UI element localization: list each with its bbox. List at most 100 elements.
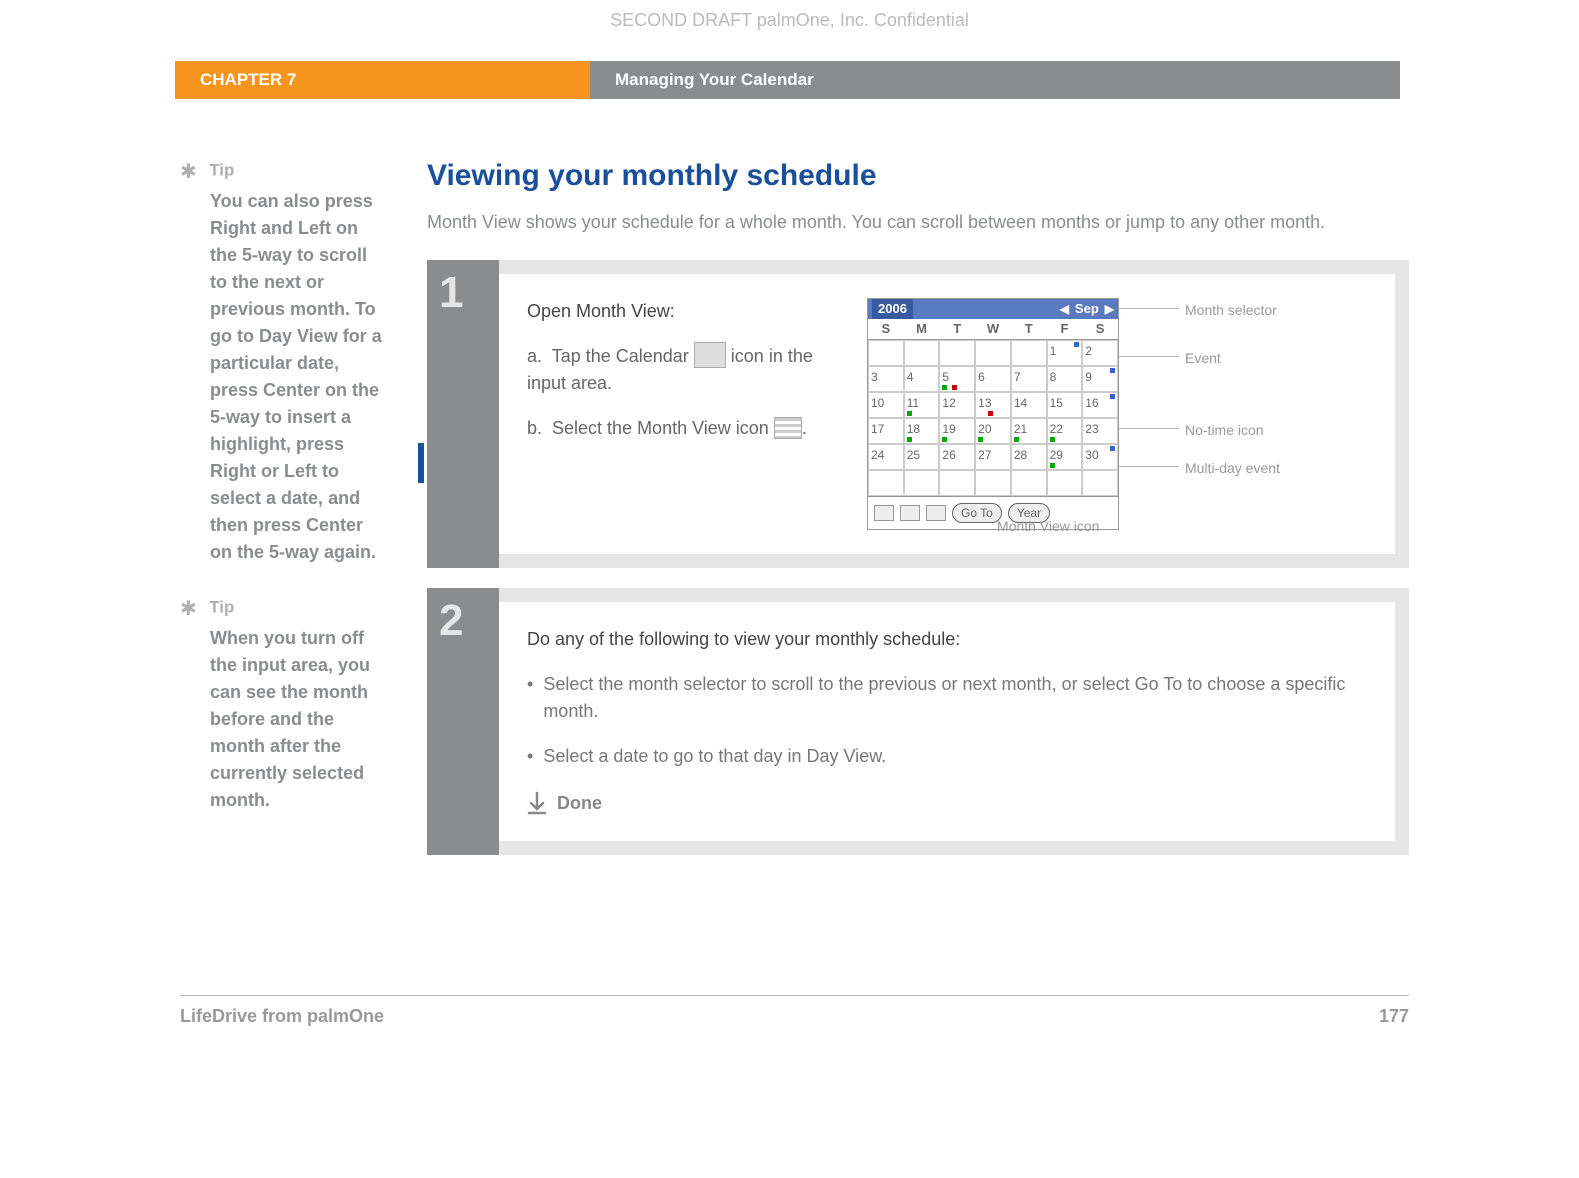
- calendar-cell: 8: [1047, 366, 1083, 392]
- tip-1: ✱ Tip You can also press Right and Left …: [180, 159, 387, 566]
- calendar-cell: 13: [975, 392, 1011, 418]
- section-intro: Month View shows your schedule for a who…: [427, 209, 1409, 236]
- calendar-cell: [904, 340, 940, 366]
- step-1a: a. Tap the Calendar icon in the input ar…: [527, 343, 837, 397]
- prev-month-icon: ◀: [1060, 300, 1069, 318]
- calendar-cell: 27: [975, 444, 1011, 470]
- dow-cell: F: [1047, 319, 1083, 339]
- calendar-cell: [939, 340, 975, 366]
- tip-body: You can also press Right and Left on the…: [210, 188, 387, 566]
- dow-cell: T: [939, 319, 975, 339]
- dow-cell: M: [904, 319, 940, 339]
- calendar-cell: 24: [868, 444, 904, 470]
- calendar-cell: 26: [939, 444, 975, 470]
- step-number: 2: [427, 588, 499, 855]
- calendar-cell: 22: [1047, 418, 1083, 444]
- footer-product: LifeDrive from palmOne: [180, 1006, 384, 1027]
- bullet-text: Select the month selector to scroll to t…: [543, 671, 1367, 725]
- day-of-week-row: S M T W T F S: [868, 319, 1118, 340]
- calendar-cell: 1: [1047, 340, 1083, 366]
- callout-month-selector: Month selector: [1185, 300, 1277, 321]
- calendar-cell: 29: [1047, 444, 1083, 470]
- callout-month-view-icon: Month View icon: [997, 516, 1099, 537]
- done-arrow-icon: [527, 791, 547, 815]
- calendar-cell: [904, 470, 940, 496]
- calendar-cell: 12: [939, 392, 975, 418]
- done-label: Done: [557, 790, 602, 817]
- tip-star-icon: ✱: [180, 596, 197, 621]
- month-view-icon: [774, 417, 802, 439]
- tip-2: ✱ Tip When you turn off the input area, …: [180, 596, 387, 814]
- substep-text: .: [802, 418, 807, 438]
- calendar-cell: 28: [1011, 444, 1047, 470]
- step-2: 2 Do any of the following to view your m…: [427, 588, 1409, 855]
- watermark: SECOND DRAFT palmOne, Inc. Confidential: [0, 0, 1579, 61]
- section-title: Viewing your monthly schedule: [427, 159, 1409, 193]
- dow-cell: S: [868, 319, 904, 339]
- calendar-cell: [1082, 470, 1118, 496]
- step-2-heading: Do any of the following to view your mon…: [527, 626, 1367, 653]
- goto-button: Go To: [952, 503, 1002, 523]
- calendar-cell: 17: [868, 418, 904, 444]
- calendar-cell: [975, 470, 1011, 496]
- chapter-label: CHAPTER 7: [175, 61, 590, 99]
- calendar-cell: 14: [1011, 392, 1047, 418]
- view-icon: [900, 505, 920, 521]
- calendar-cell: [1047, 470, 1083, 496]
- calendar-cell: [868, 340, 904, 366]
- calendar-cell: [975, 340, 1011, 366]
- bullet-icon: •: [527, 743, 533, 770]
- calendar-cell: 2: [1082, 340, 1118, 366]
- calendar-cell: [939, 470, 975, 496]
- step-number: 1: [427, 260, 499, 568]
- calendar-cell: [1011, 470, 1047, 496]
- topic-label: Managing Your Calendar: [590, 61, 1400, 99]
- step-2-bullet: • Select the month selector to scroll to…: [527, 671, 1367, 725]
- calendar-cell: 23: [1082, 418, 1118, 444]
- dow-cell: T: [1011, 319, 1047, 339]
- calendar-cell: 5: [939, 366, 975, 392]
- dow-cell: W: [975, 319, 1011, 339]
- step-1b: b. Select the Month View icon .: [527, 415, 837, 442]
- calendar-cell: 3: [868, 366, 904, 392]
- substep-text: Tap the Calendar: [552, 346, 694, 366]
- bullet-icon: •: [527, 671, 533, 725]
- view-icon: [874, 505, 894, 521]
- bullet-text: Select a date to go to that day in Day V…: [543, 743, 886, 770]
- calendar-cell: 21: [1011, 418, 1047, 444]
- page-footer: LifeDrive from palmOne 177: [180, 995, 1409, 1027]
- calendar-grid: 1234567891011121314151617181920212223242…: [868, 340, 1118, 496]
- callout-event: Event: [1185, 348, 1221, 369]
- calendar-cell: 19: [939, 418, 975, 444]
- substep-text: Select the Month View icon: [552, 418, 774, 438]
- calendar-widget: 2006 ◀ Sep ▶ S M: [867, 298, 1119, 530]
- calendar-cell: 18: [904, 418, 940, 444]
- step-1: 1 Open Month View: a. Tap the Calendar i…: [427, 260, 1409, 568]
- calendar-cell: 20: [975, 418, 1011, 444]
- next-month-icon: ▶: [1105, 300, 1114, 318]
- step-2-bullet: • Select a date to go to that day in Day…: [527, 743, 1367, 770]
- step-1-heading: Open Month View:: [527, 298, 837, 325]
- tip-label: Tip: [209, 161, 234, 180]
- calendar-cell: 9: [1082, 366, 1118, 392]
- revision-mark: [418, 443, 424, 483]
- done-row: Done: [527, 790, 1367, 817]
- calendar-cell: 7: [1011, 366, 1047, 392]
- calendar-cell: 30: [1082, 444, 1118, 470]
- sidebar: ✱ Tip You can also press Right and Left …: [180, 159, 427, 875]
- calendar-cell: 15: [1047, 392, 1083, 418]
- calendar-month: Sep: [1075, 299, 1099, 319]
- tip-body: When you turn off the input area, you ca…: [210, 625, 387, 814]
- tip-label: Tip: [209, 598, 234, 617]
- calendar-cell: [868, 470, 904, 496]
- calendar-year: 2006: [872, 299, 913, 319]
- calendar-cell: 6: [975, 366, 1011, 392]
- footer-page-number: 177: [1379, 1006, 1409, 1027]
- month-view-icon: [926, 505, 946, 521]
- callout-multi-day: Multi-day event: [1185, 458, 1280, 479]
- callout-no-time: No-time icon: [1185, 420, 1264, 441]
- calendar-cell: 10: [868, 392, 904, 418]
- month-view-screenshot: 2006 ◀ Sep ▶ S M: [867, 298, 1367, 530]
- calendar-cell: 11: [904, 392, 940, 418]
- dow-cell: S: [1082, 319, 1118, 339]
